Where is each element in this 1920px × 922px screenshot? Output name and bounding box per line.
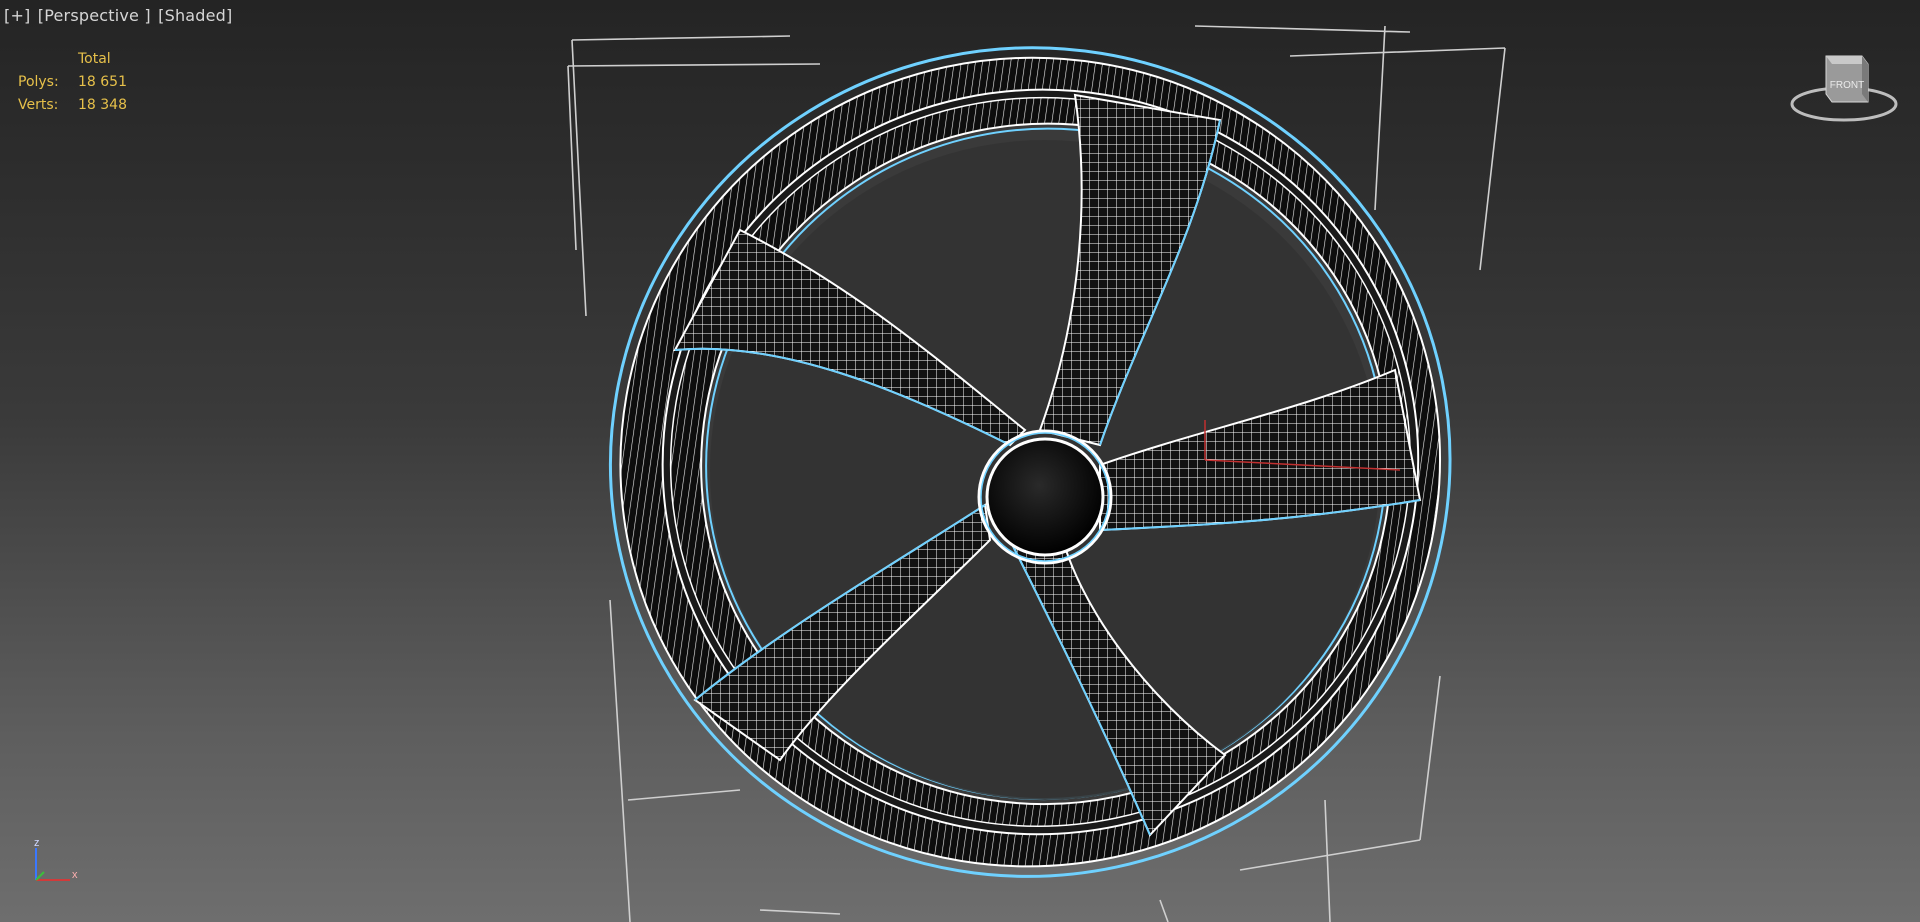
wheel-model[interactable] [0, 0, 1920, 922]
axis-tripod: z x [26, 830, 86, 890]
viewcube-icon[interactable]: FRONT [1784, 38, 1904, 138]
wheel-hub [977, 429, 1113, 565]
perspective-viewport[interactable]: [+] [Perspective ] [Shaded] Total Polys:… [0, 0, 1920, 922]
axis-z-label: z [34, 837, 40, 849]
viewcube-widget[interactable]: FRONT [1784, 38, 1904, 138]
viewcube-face-label: FRONT [1830, 80, 1864, 91]
axis-x-label: x [72, 869, 78, 881]
